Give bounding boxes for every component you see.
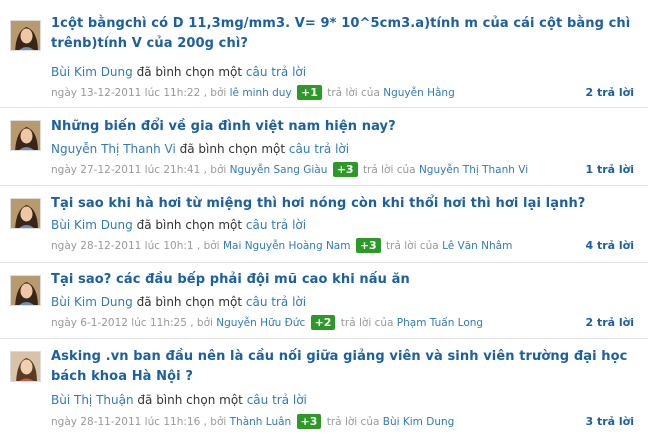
answerer-link[interactable]: Nguyễn Thị Thanh Vi <box>419 164 528 176</box>
question-title[interactable]: Tại sao khi hà hơi từ miệng thì hơi nóng… <box>51 194 634 214</box>
meta-reply-of: trả lời của <box>327 87 380 99</box>
user-avatar-image <box>11 352 40 381</box>
feed-item: 1cột bằngchì có D 11,3mg/mm3. V= 9* 10^5… <box>0 0 648 108</box>
voter-link[interactable]: Bùi Kim Dung <box>51 65 133 79</box>
activity-line: Bùi Kim Dung đã bình chọn một câu trả lờ… <box>51 217 306 233</box>
user-avatar-image <box>11 21 40 50</box>
activity-verb: đã bình chọn một <box>136 218 243 232</box>
answer-link[interactable]: câu trả lời <box>246 218 306 232</box>
question-title[interactable]: Tại sao? các đầu bếp phải đội mũ cao khi… <box>51 270 634 290</box>
meta-date: ngày 28-11-2011 lúc 11h:16 , bởi <box>51 416 227 428</box>
vote-badge: +3 <box>296 414 322 429</box>
vote-badge: +1 <box>297 85 322 100</box>
voter-link[interactable]: Bùi Thị Thuận <box>51 393 134 407</box>
activity-verb: đã bình chọn một <box>136 65 243 79</box>
activity-verb: đã bình chọn một <box>136 295 243 309</box>
reply-count-link[interactable]: 1 trả lời <box>585 162 634 178</box>
meta-reply-of: trả lời của <box>386 240 439 252</box>
feed-item: Tại sao khi hà hơi từ miệng thì hơi nóng… <box>0 186 648 263</box>
activity-line: Bùi Thị Thuận đã bình chọn một câu trả l… <box>51 392 307 408</box>
voter-link[interactable]: Bùi Kim Dung <box>51 218 133 232</box>
answer-link[interactable]: câu trả lời <box>289 142 349 156</box>
question-title[interactable]: Asking .vn ban đầu nên là cầu nối giữa g… <box>51 347 636 387</box>
question-feed: 1cột bằngchì có D 11,3mg/mm3. V= 9* 10^5… <box>0 0 648 444</box>
meta-date: ngày 13-12-2011 lúc 11h:22 , bởi <box>51 87 227 99</box>
meta-line: ngày 27-12-2011 lúc 21h:41 , bởi Nguyễn … <box>51 162 648 178</box>
feed-item: Tại sao? các đầu bếp phải đội mũ cao khi… <box>0 263 648 339</box>
meta-line: ngày 28-11-2011 lúc 11h:16 , bởi Thành L… <box>51 414 648 430</box>
feed-item: Những biến đổi về gia đình việt nam hiện… <box>0 108 648 186</box>
reply-count-link[interactable]: 3 trả lời <box>585 414 634 430</box>
activity-line: Nguyễn Thị Thanh Vi đã bình chọn một câu… <box>51 141 349 157</box>
avatar[interactable] <box>10 20 41 51</box>
activity-verb: đã bình chọn một <box>179 142 286 156</box>
meta-reply-of: trả lời của <box>362 164 416 176</box>
answerer-link[interactable]: Phạm Tuấn Long <box>397 317 483 329</box>
question-title[interactable]: Những biến đổi về gia đình việt nam hiện… <box>51 117 634 137</box>
reply-count-link[interactable]: 4 trả lời <box>585 238 634 254</box>
answer-link[interactable]: câu trả lời <box>247 393 307 407</box>
author-link[interactable]: lê minh duy <box>230 87 292 99</box>
meta-line: ngày 6-1-2012 lúc 11h:25 , bởi Nguyễn Hữ… <box>51 315 648 331</box>
voter-link[interactable]: Bùi Kim Dung <box>51 295 133 309</box>
vote-badge: +2 <box>310 315 336 330</box>
user-avatar-image <box>11 276 40 305</box>
user-avatar-image <box>11 121 40 150</box>
activity-line: Bùi Kim Dung đã bình chọn một câu trả lờ… <box>51 294 306 310</box>
activity-verb: đã bình chọn một <box>137 393 243 407</box>
answerer-link[interactable]: Bùi Kim Dung <box>383 416 455 428</box>
vote-badge: +3 <box>355 238 381 253</box>
meta-date: ngày 6-1-2012 lúc 11h:25 , bởi <box>51 317 213 329</box>
voter-link[interactable]: Nguyễn Thị Thanh Vi <box>51 142 176 156</box>
meta-line: ngày 28-12-2011 lúc 10h:1 , bởi Mai Nguy… <box>51 238 648 254</box>
avatar[interactable] <box>10 198 41 229</box>
meta-date: ngày 27-12-2011 lúc 21h:41 , bởi <box>51 164 227 176</box>
meta-date: ngày 28-12-2011 lúc 10h:1 , bởi <box>51 240 220 252</box>
answerer-link[interactable]: Lê Văn Nhâm <box>442 240 512 252</box>
question-title[interactable]: 1cột bằngchì có D 11,3mg/mm3. V= 9* 10^5… <box>51 14 636 54</box>
reply-count-link[interactable]: 2 trả lời <box>585 315 634 331</box>
avatar[interactable] <box>10 275 41 306</box>
meta-reply-of: trả lời của <box>326 416 380 428</box>
answerer-link[interactable]: Nguyễn Hằng <box>383 87 455 99</box>
author-link[interactable]: Nguyễn Hữu Đức <box>216 317 305 329</box>
user-avatar-image <box>11 199 40 228</box>
avatar[interactable] <box>10 120 41 151</box>
author-link[interactable]: Nguyễn Sang Giàu <box>230 164 328 176</box>
author-link[interactable]: Thành Luân <box>230 416 292 428</box>
answer-link[interactable]: câu trả lời <box>246 65 306 79</box>
activity-line: Bùi Kim Dung đã bình chọn một câu trả lờ… <box>51 64 306 80</box>
vote-badge: +3 <box>332 162 358 177</box>
meta-reply-of: trả lời của <box>340 317 394 329</box>
feed-item: Asking .vn ban đầu nên là cầu nối giữa g… <box>0 339 648 444</box>
meta-line: ngày 13-12-2011 lúc 11h:22 , bởi lê minh… <box>51 85 648 101</box>
reply-count-link[interactable]: 2 trả lời <box>585 85 634 101</box>
answer-link[interactable]: câu trả lời <box>246 295 306 309</box>
author-link[interactable]: Mai Nguyễn Hoàng Nam <box>223 240 351 252</box>
avatar[interactable] <box>10 351 41 382</box>
